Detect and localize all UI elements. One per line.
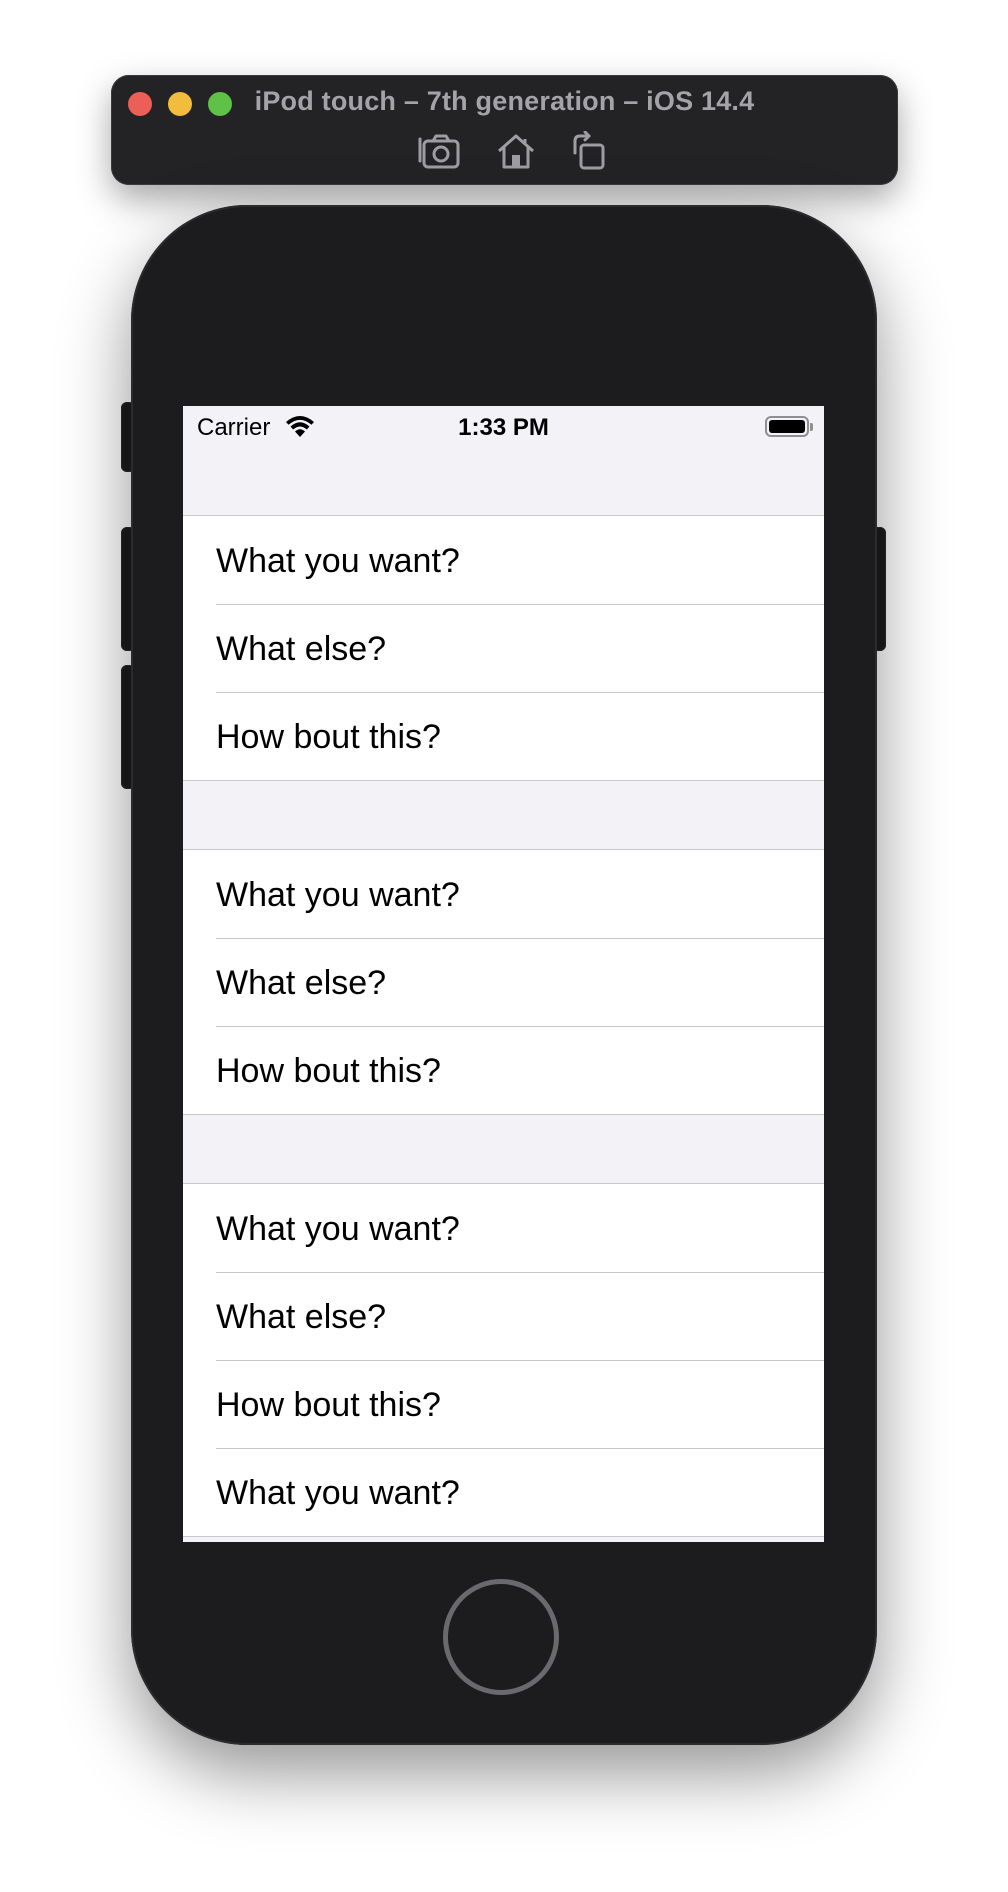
row-label: What you want?: [216, 876, 460, 914]
row-label: What else?: [216, 630, 387, 668]
table-section: What you want? What else? How bout this?…: [183, 1183, 824, 1537]
table-view[interactable]: What you want? What else? How bout this?…: [183, 515, 824, 1537]
table-row[interactable]: What you want?: [183, 1184, 824, 1272]
table-row[interactable]: What you want?: [183, 1448, 824, 1536]
row-label: What else?: [216, 1298, 387, 1336]
screenshot-icon[interactable]: [416, 131, 462, 171]
table-section: What you want? What else? How bout this?: [183, 849, 824, 1115]
device-screen: Carrier 1:33 PM What you want? What else…: [183, 406, 824, 1542]
battery-fill: [769, 420, 805, 433]
status-bar: Carrier 1:33 PM: [183, 406, 824, 446]
table-row[interactable]: What you want?: [183, 516, 824, 604]
row-label: What you want?: [216, 1474, 460, 1512]
row-label: How bout this?: [216, 718, 441, 756]
table-row[interactable]: What else?: [183, 604, 824, 692]
table-row[interactable]: How bout this?: [183, 1026, 824, 1114]
home-button[interactable]: [443, 1579, 559, 1695]
table-row[interactable]: How bout this?: [183, 1360, 824, 1448]
home-icon[interactable]: [493, 131, 539, 171]
table-row[interactable]: What else?: [183, 1272, 824, 1360]
battery-icon: [765, 416, 809, 437]
simulator-title: iPod touch – 7th generation – iOS 14.4: [254, 86, 755, 116]
row-label: What you want?: [216, 1210, 460, 1248]
table-section: What you want? What else? How bout this?: [183, 515, 824, 781]
row-label: What you want?: [216, 542, 460, 580]
table-row[interactable]: What you want?: [183, 850, 824, 938]
row-label: How bout this?: [216, 1052, 441, 1090]
status-time: 1:33 PM: [458, 414, 549, 441]
row-label: How bout this?: [216, 1386, 441, 1424]
table-row[interactable]: What else?: [183, 938, 824, 1026]
table-row[interactable]: How bout this?: [183, 692, 824, 780]
rotate-icon[interactable]: [567, 131, 613, 171]
row-label: What else?: [216, 964, 387, 1002]
battery-nub: [810, 423, 813, 431]
